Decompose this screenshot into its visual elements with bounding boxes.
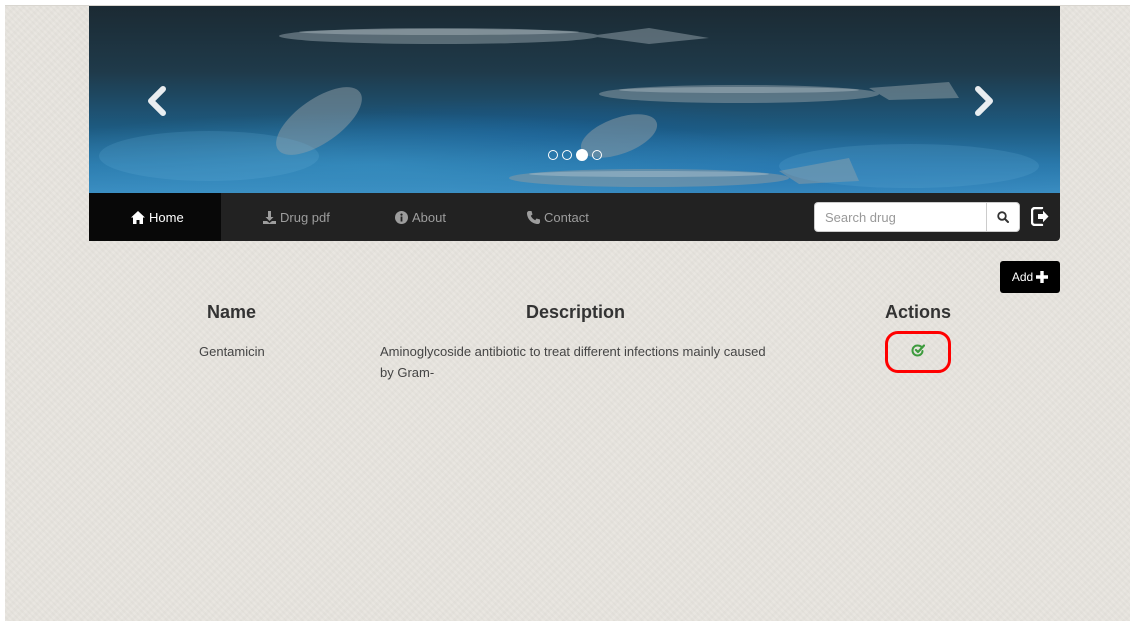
drug-description-cell: Aminoglycoside antibiotic to treat diffe…: [380, 341, 800, 383]
description-line: by Gram-: [380, 365, 435, 380]
carousel-indicator-1[interactable]: [548, 150, 558, 160]
info-icon: [395, 210, 408, 224]
description-line: Aminoglycoside antibiotic to treat diffe…: [380, 344, 766, 359]
logout-icon: [1030, 206, 1049, 227]
search-input[interactable]: [814, 202, 986, 232]
logout-button[interactable]: [1030, 206, 1049, 231]
nav-item-label: About: [412, 209, 446, 225]
column-header-name: Name: [207, 302, 257, 322]
download-icon: [263, 210, 276, 224]
drug-name-cell: Gentamicin: [199, 344, 265, 359]
nav-item-label: Contact: [544, 209, 589, 225]
chevron-left-icon: [148, 86, 166, 116]
nav-item-label: Home: [149, 209, 184, 225]
chevron-right-icon: [975, 86, 993, 116]
image-carousel: [89, 6, 1060, 193]
carousel-prev-button[interactable]: [146, 86, 176, 122]
add-button-label: Add: [1011, 270, 1034, 284]
nav-item-about[interactable]: About: [353, 193, 485, 241]
add-drug-button[interactable]: Add: [1000, 261, 1060, 293]
carousel-indicators: [548, 149, 602, 161]
nav-item-label: Drug pdf: [280, 209, 330, 225]
nav-item-drug-pdf[interactable]: Drug pdf: [221, 193, 353, 241]
dolphins-image: [99, 28, 1039, 188]
navbar: Home Drug pdf About Contact: [89, 193, 1060, 241]
search-icon: [997, 211, 1009, 223]
carousel-indicator-2[interactable]: [562, 150, 572, 160]
edit-action-highlight: [885, 331, 951, 373]
search-form: [814, 202, 1020, 232]
home-icon: [131, 210, 145, 224]
plus-icon: [1036, 271, 1049, 283]
carousel-indicator-4[interactable]: [592, 150, 602, 160]
nav-item-home[interactable]: Home: [89, 193, 221, 241]
column-header-actions: Actions: [885, 302, 952, 322]
carousel-next-button[interactable]: [973, 86, 1003, 122]
column-header-description: Description: [526, 302, 626, 322]
search-button[interactable]: [986, 202, 1020, 232]
phone-icon: [527, 210, 540, 224]
carousel-indicator-3[interactable]: [576, 149, 588, 161]
nav-item-contact[interactable]: Contact: [485, 193, 617, 241]
